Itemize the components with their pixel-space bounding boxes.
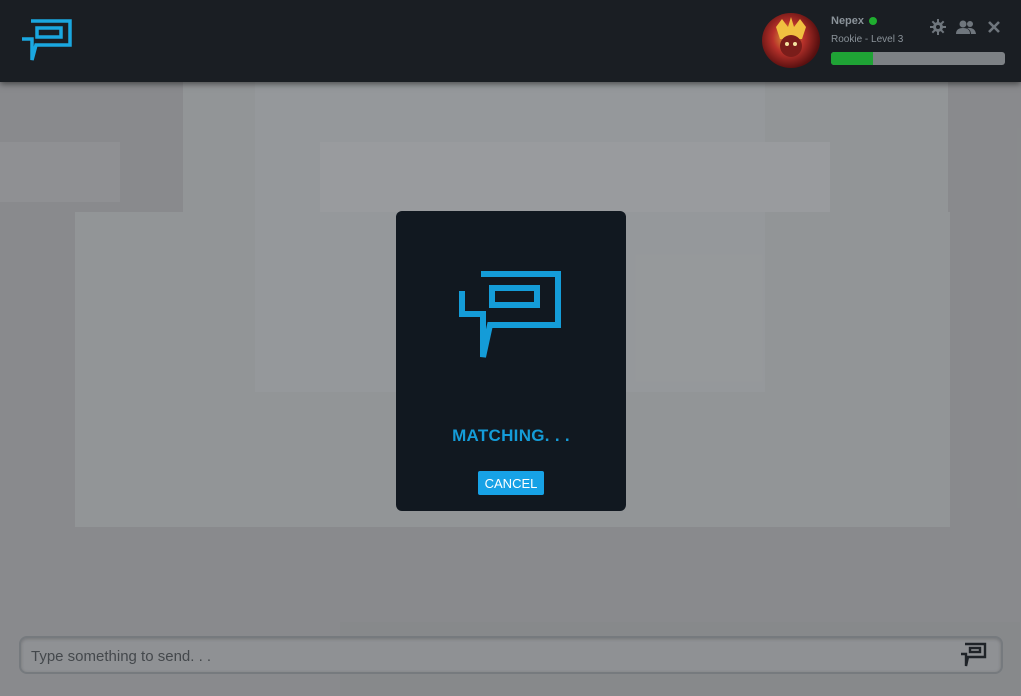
online-status-icon: [869, 17, 878, 26]
top-icon-group: [929, 18, 1003, 36]
friends-icon[interactable]: [955, 18, 977, 36]
message-input[interactable]: [29, 638, 933, 674]
avatar[interactable]: [762, 13, 820, 68]
app-logo-icon[interactable]: [20, 17, 73, 63]
user-rank: Rookie - Level 3: [831, 34, 904, 45]
gear-icon[interactable]: [929, 18, 947, 36]
matching-dialog: MATCHING. . . CANCEL: [396, 211, 626, 511]
cancel-button[interactable]: CANCEL: [478, 471, 544, 495]
send-message-icon[interactable]: [959, 642, 987, 668]
app-logo-icon: [459, 271, 561, 358]
top-bar: Nepex Rookie - Level 3: [0, 0, 1021, 82]
close-icon[interactable]: [985, 18, 1003, 36]
xp-progress-bar: [831, 52, 1005, 65]
xp-progress-fill: [831, 52, 873, 65]
username-text: Nepex: [831, 15, 865, 27]
matching-status-text: MATCHING. . .: [452, 426, 570, 445]
username: Nepex: [831, 15, 878, 27]
message-composer: [19, 636, 1003, 674]
